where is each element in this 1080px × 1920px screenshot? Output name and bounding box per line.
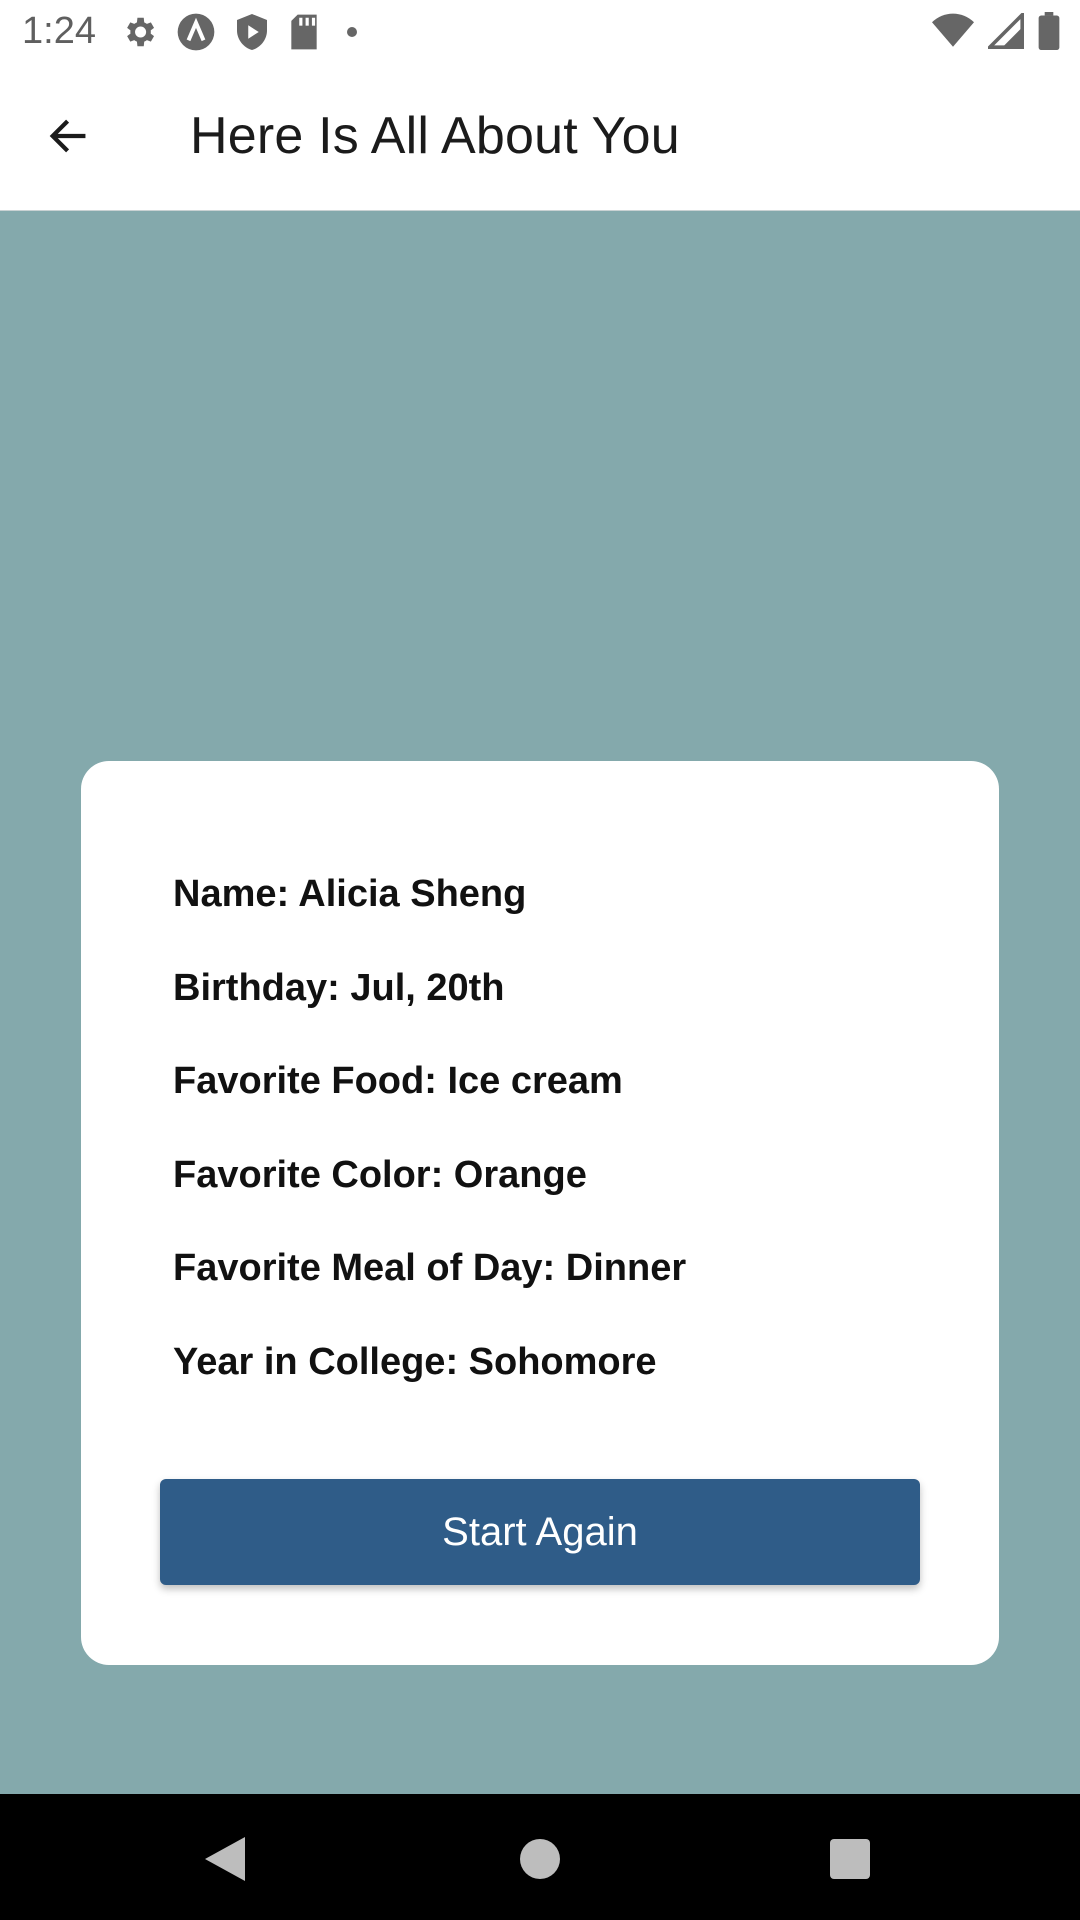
nav-back-icon — [205, 1837, 245, 1881]
navigation-bar — [0, 1794, 1080, 1920]
dot-icon — [347, 27, 357, 37]
info-birthday: Birthday: Jul, 20th — [173, 966, 505, 1009]
info-favorite-meal: Favorite Meal of Day: Dinner — [173, 1247, 687, 1289]
cell-signal-icon — [988, 13, 1024, 49]
shield-play-icon — [237, 14, 267, 50]
nav-home-icon — [520, 1839, 560, 1879]
nav-home-button[interactable] — [505, 1824, 575, 1894]
info-favorite-color: Favorite Color: Orange — [173, 1153, 587, 1196]
status-bar: 1:24 — [0, 0, 1080, 62]
arrow-back-icon — [49, 119, 86, 153]
settings-icon — [127, 17, 155, 47]
app-bar: Here Is All About You — [0, 62, 1080, 211]
status-icons-left — [120, 12, 366, 52]
sd-card-icon — [291, 14, 317, 50]
back-button[interactable] — [30, 98, 106, 174]
a-circle-icon — [177, 13, 215, 51]
start-again-button[interactable]: Start Again — [160, 1479, 920, 1585]
status-icons-right — [932, 12, 1060, 50]
nav-back-button[interactable] — [190, 1824, 260, 1894]
page-title: Here Is All About You — [190, 107, 680, 165]
status-time: 1:24 — [22, 10, 96, 52]
battery-icon — [1038, 12, 1060, 50]
info-favorite-food: Favorite Food: Ice cream — [173, 1060, 623, 1102]
nav-recents-button[interactable] — [815, 1824, 885, 1894]
nav-recents-icon — [830, 1839, 870, 1879]
content-area: Name: Alicia Sheng Birthday: Jul, 20th F… — [0, 211, 1080, 1793]
info-list: Name: Alicia Sheng Birthday: Jul, 20th F… — [173, 871, 686, 1432]
info-name: Name: Alicia Sheng — [173, 873, 527, 915]
profile-card: Name: Alicia Sheng Birthday: Jul, 20th F… — [81, 761, 999, 1665]
wifi-icon — [932, 13, 974, 47]
info-year-in-college: Year in College: Sohomore — [173, 1340, 657, 1383]
